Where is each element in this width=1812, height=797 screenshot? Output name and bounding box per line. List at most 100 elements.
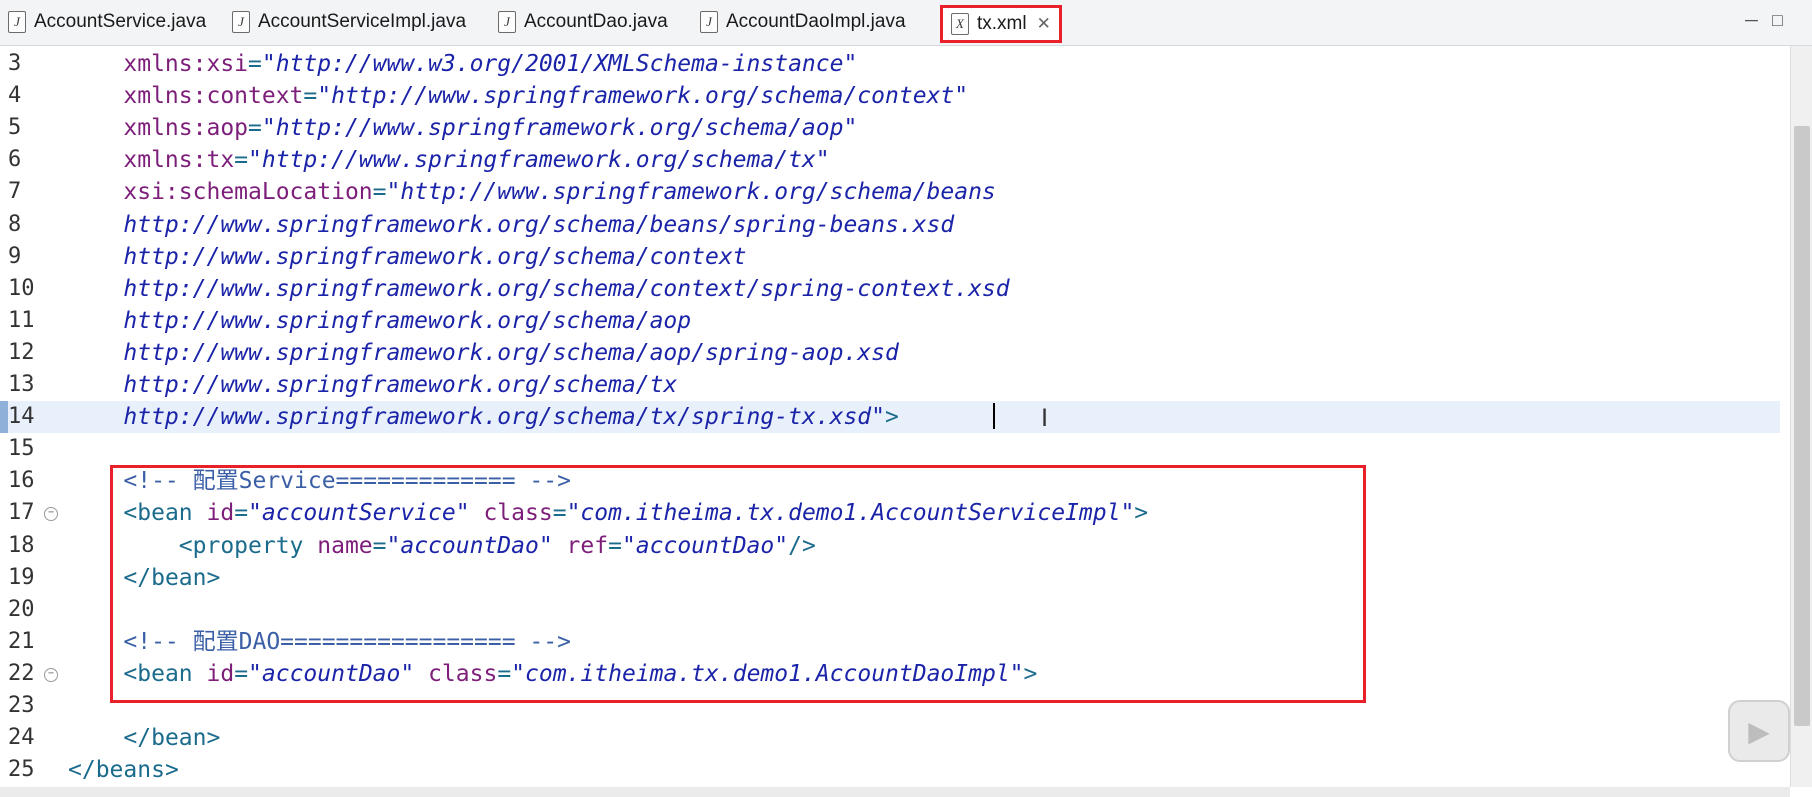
- scrollbar-thumb[interactable]: [1794, 126, 1810, 726]
- code-text: </beans>: [68, 754, 179, 786]
- fold-toggle-icon[interactable]: −: [44, 667, 58, 682]
- java-file-icon: J: [232, 11, 250, 33]
- code-line[interactable]: 25 </beans>: [0, 754, 1780, 786]
- vertical-scrollbar[interactable]: [1790, 46, 1812, 787]
- token-val: http://www.springframework.org/schema/tx…: [68, 404, 885, 431]
- line-number: 5: [8, 115, 22, 141]
- token-punct: =: [303, 83, 318, 110]
- code-line[interactable]: 5 xmlns:aop="http://www.springframework.…: [0, 112, 1780, 144]
- code-text: http://www.springframework.org/schema/tx…: [68, 401, 899, 433]
- minimize-editor-icon[interactable]: ─: [1745, 10, 1758, 31]
- code-text: </bean>: [68, 722, 220, 754]
- token-val: "http://www.springframework.org/schema/c…: [317, 83, 969, 110]
- tab-accountserviceimpl-java[interactable]: J AccountServiceImpl.java: [232, 4, 466, 40]
- tab-label: AccountDaoImpl.java: [726, 11, 906, 32]
- token-punct: >: [884, 404, 899, 431]
- line-number: 9: [8, 243, 22, 269]
- code-line[interactable]: 13 http://www.springframework.org/schema…: [0, 369, 1780, 401]
- token-attr: xsi:schemaLocation: [68, 179, 373, 206]
- code-text: xsi:schemaLocation="http://www.springfra…: [68, 176, 996, 208]
- code-line[interactable]: 24 </bean>: [0, 722, 1780, 754]
- token-attr: xmlns:tx: [68, 147, 235, 174]
- line-number: 19: [8, 564, 35, 590]
- token-val: "http://www.w3.org/2001/XMLSchema-instan…: [261, 51, 858, 77]
- line-number: 24: [8, 725, 35, 751]
- code-line[interactable]: 4 xmlns:context="http://www.springframew…: [0, 80, 1780, 112]
- line-number: 16: [8, 468, 35, 494]
- close-tab-icon[interactable]: ✕: [1037, 14, 1051, 34]
- code-text: http://www.springframework.org/schema/co…: [68, 241, 747, 273]
- code-text: xmlns:tx="http://www.springframework.org…: [68, 144, 830, 176]
- code-text: xmlns:context="http://www.springframewor…: [68, 80, 968, 112]
- line-number: 8: [8, 211, 22, 237]
- token-punct: </: [68, 725, 152, 752]
- video-play-icon[interactable]: ▶: [1728, 700, 1790, 762]
- token-punct: =: [372, 179, 387, 206]
- tab-accountservice-java[interactable]: J AccountService.java: [8, 4, 206, 40]
- line-number: 11: [8, 307, 35, 333]
- code-text: xmlns:aop="http://www.springframework.or…: [68, 112, 857, 144]
- token-punct: >: [164, 757, 179, 784]
- token-punct: >: [206, 725, 221, 752]
- line-number: 6: [8, 147, 22, 173]
- tab-label: AccountDao.java: [524, 11, 668, 32]
- token-val: http://www.springframework.org/schema/ao…: [68, 339, 899, 366]
- maximize-editor-icon[interactable]: □: [1772, 10, 1783, 31]
- horizontal-scrollbar[interactable]: [0, 787, 1790, 797]
- token-tag: beans: [95, 757, 165, 784]
- token-attr: xmlns:xsi: [68, 51, 249, 77]
- xml-file-icon: X: [951, 13, 969, 35]
- token-val: http://www.springframework.org/schema/co…: [68, 243, 747, 270]
- code-line[interactable]: 6 xmlns:tx="http://www.springframework.o…: [0, 144, 1780, 176]
- tab-accountdaoimpl-java[interactable]: J AccountDaoImpl.java: [700, 4, 906, 40]
- code-text: http://www.springframework.org/schema/co…: [68, 273, 1010, 305]
- text-caret: [993, 403, 995, 429]
- tab-tx-xml[interactable]: Xtx.xml ✕: [940, 5, 1062, 43]
- line-number: 20: [8, 596, 35, 622]
- token-val: "http://www.springframework.org/schema/t…: [248, 147, 830, 174]
- line-number: 23: [8, 693, 35, 718]
- tab-accountdao-java[interactable]: J AccountDao.java: [498, 4, 668, 40]
- line-number: 25: [8, 757, 35, 783]
- java-file-icon: J: [8, 11, 26, 33]
- token-punct: =: [234, 147, 249, 174]
- code-line[interactable]: 11 http://www.springframework.org/schema…: [0, 305, 1780, 337]
- line-number: 3: [8, 51, 22, 76]
- code-line[interactable]: 7 xsi:schemaLocation="http://www.springf…: [0, 176, 1780, 208]
- code-line[interactable]: 9 http://www.springframework.org/schema/…: [0, 241, 1780, 273]
- code-line[interactable]: 10 http://www.springframework.org/schema…: [0, 273, 1780, 305]
- token-val: "http://www.springframework.org/schema/b…: [386, 179, 996, 206]
- line-number: 14: [8, 404, 35, 430]
- token-attr: xmlns:aop: [68, 115, 249, 142]
- tab-label: tx.xml: [977, 13, 1027, 34]
- line-number: 12: [8, 339, 35, 365]
- mouse-ibeam-cursor-icon: I: [1041, 404, 1049, 432]
- token-tag: bean: [151, 725, 207, 752]
- code-text: http://www.springframework.org/schema/ao…: [68, 337, 899, 369]
- token-val: http://www.springframework.org/schema/tx: [68, 372, 678, 398]
- tab-label: AccountService.java: [34, 11, 207, 32]
- code-text: http://www.springframework.org/schema/be…: [68, 209, 954, 241]
- line-number: 21: [8, 628, 35, 654]
- code-line[interactable]: 14 http://www.springframework.org/schema…: [0, 401, 1780, 434]
- line-number: 10: [8, 275, 35, 301]
- current-line-marker: [0, 401, 8, 434]
- line-number: 4: [8, 83, 22, 109]
- code-line[interactable]: 12 http://www.springframework.org/schema…: [0, 337, 1780, 369]
- token-val: http://www.springframework.org/schema/be…: [68, 211, 955, 238]
- code-line[interactable]: 8 http://www.springframework.org/schema/…: [0, 209, 1780, 241]
- token-val: "http://www.springframework.org/schema/a…: [261, 115, 858, 142]
- code-text: xmlns:xsi="http://www.w3.org/2001/XMLSch…: [68, 48, 857, 80]
- token-val: http://www.springframework.org/schema/co…: [68, 275, 1010, 302]
- line-number: 7: [8, 179, 22, 205]
- code-line[interactable]: 3 xmlns:xsi="http://www.w3.org/2001/XMLS…: [0, 48, 1780, 80]
- token-val: http://www.springframework.org/schema/ao…: [68, 307, 692, 334]
- code-line[interactable]: 15: [0, 433, 1780, 465]
- line-number: 18: [8, 532, 35, 558]
- java-file-icon: J: [700, 11, 718, 33]
- code-text: http://www.springframework.org/schema/ao…: [68, 305, 691, 337]
- editor-tab-bar: J AccountService.java J AccountServiceImpl.…: [0, 0, 1812, 46]
- highlight-box: [110, 465, 1366, 703]
- token-punct: </: [68, 757, 96, 784]
- code-text: http://www.springframework.org/schema/tx: [68, 369, 677, 401]
